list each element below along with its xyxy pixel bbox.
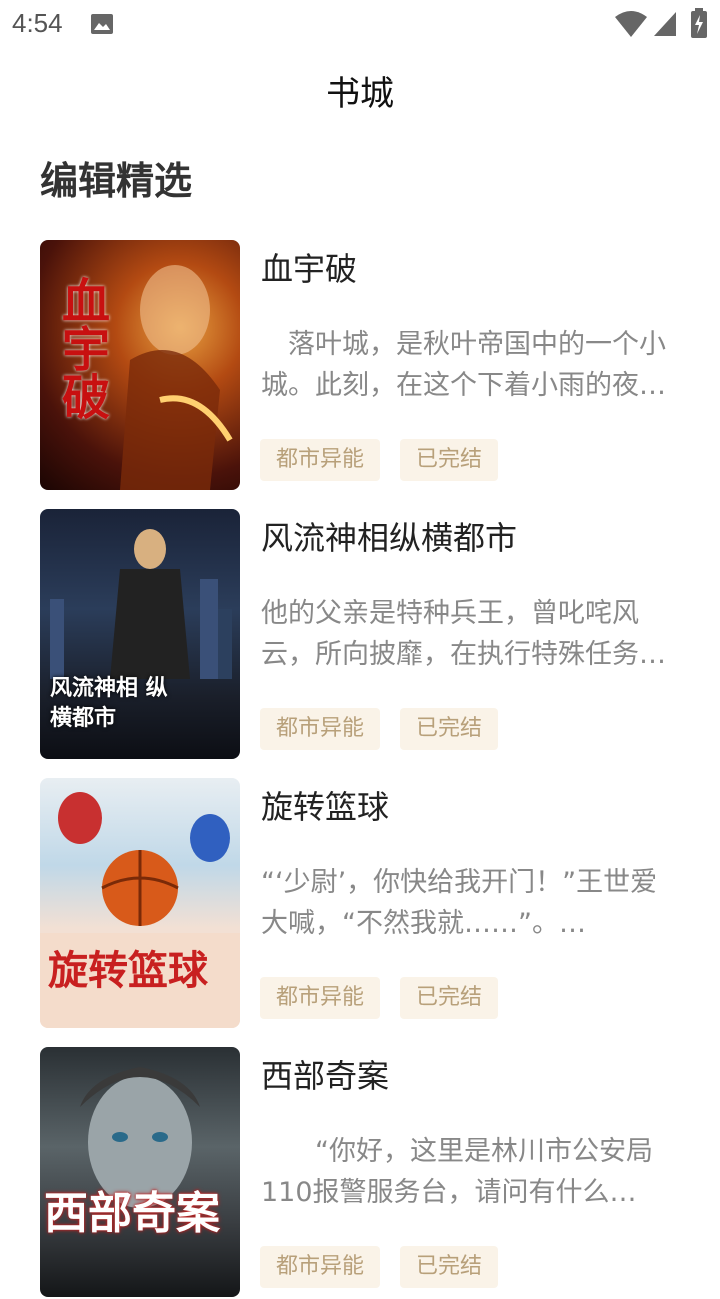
genre-tag: 都市异能 bbox=[260, 708, 381, 750]
status-tag: 已完结 bbox=[400, 708, 499, 750]
status-tag: 已完结 bbox=[400, 1246, 499, 1288]
book-cover[interactable]: 血宇破 bbox=[40, 240, 240, 490]
cover-text: 西部奇案 bbox=[44, 1188, 220, 1239]
book-item[interactable]: 西部奇案 西部奇案 “你好，这里是林川市公安局110报警服务台，请问有什么… 都… bbox=[0, 1047, 720, 1299]
cover-text: 旋转篮球 bbox=[48, 947, 208, 994]
book-description: 他的父亲是特种兵王，曾叱咤风云，所向披靡，在执行特殊任务… bbox=[261, 598, 666, 670]
book-title[interactable]: 旋转篮球 bbox=[261, 782, 389, 828]
cover-text: 血宇破 bbox=[53, 276, 109, 420]
book-description: “‘少尉’，你快给我开门！”王世爱大喊，“不然我就……”。… bbox=[261, 867, 658, 939]
battery-charging-icon bbox=[691, 8, 707, 38]
book-cover[interactable]: 西部奇案 bbox=[40, 1047, 240, 1297]
genre-tag: 都市异能 bbox=[260, 977, 381, 1019]
book-item[interactable]: 风流神相 纵横都市 风流神相纵横都市 他的父亲是特种兵王，曾叱咤风云，所向披靡，… bbox=[0, 509, 720, 761]
status-tag: 已完结 bbox=[400, 439, 499, 481]
status-tag: 已完结 bbox=[400, 977, 499, 1019]
book-cover[interactable]: 风流神相 纵横都市 bbox=[40, 509, 240, 759]
section-title-editor-picks: 编辑精选 bbox=[40, 159, 193, 203]
book-cover[interactable]: 旋转篮球 bbox=[40, 778, 240, 1028]
page-title: 书城 bbox=[326, 74, 394, 114]
book-description: “你好，这里是林川市公安局110报警服务台，请问有什么… bbox=[261, 1136, 653, 1208]
cover-text: 风流神相 纵横都市 bbox=[50, 675, 168, 731]
wifi-icon bbox=[615, 11, 647, 37]
genre-tag: 都市异能 bbox=[260, 1246, 381, 1288]
genre-tag: 都市异能 bbox=[260, 439, 381, 481]
book-title[interactable]: 西部奇案 bbox=[261, 1051, 389, 1097]
image-notification-icon bbox=[91, 14, 113, 34]
signal-icon bbox=[654, 12, 676, 36]
book-title[interactable]: 风流神相纵横都市 bbox=[261, 513, 517, 559]
status-time: 4:54 bbox=[12, 8, 63, 38]
book-item[interactable]: 血宇破 血宇破 落叶城，是秋叶帝国中的一个小城。此刻，在这个下着小雨的夜… 都市… bbox=[0, 240, 720, 492]
book-title[interactable]: 血宇破 bbox=[261, 244, 357, 290]
status-bar: 4:54 bbox=[0, 0, 720, 50]
book-description: 落叶城，是秋叶帝国中的一个小城。此刻，在这个下着小雨的夜… bbox=[261, 329, 666, 401]
book-item[interactable]: 旋转篮球 旋转篮球 “‘少尉’，你快给我开门！”王世爱大喊，“不然我就……”。…… bbox=[0, 778, 720, 1030]
